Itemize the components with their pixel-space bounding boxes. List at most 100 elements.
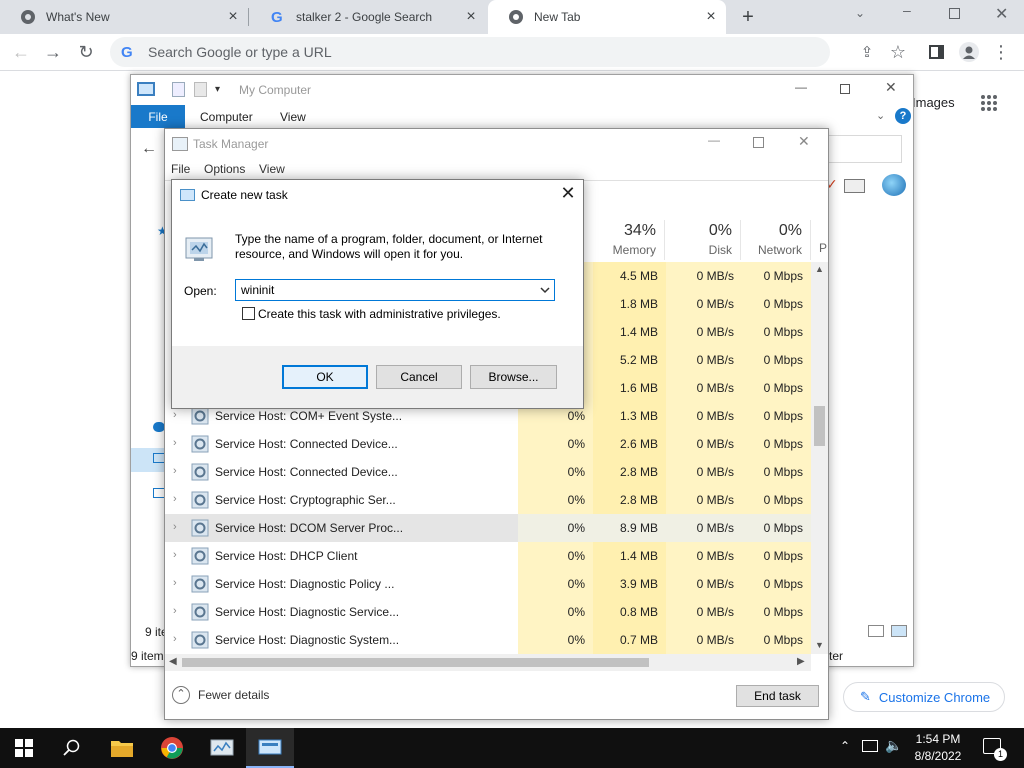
vertical-scrollbar[interactable]: ▲ ▼ [811,262,828,654]
expand-chevron-icon[interactable]: › [173,465,177,477]
forward-icon[interactable]: → [42,41,64,63]
back-icon[interactable]: ← [10,41,32,63]
table-row[interactable]: › Service Host: Diagnostic System... 0% … [165,626,811,654]
table-row[interactable]: › Service Host: DHCP Client 0% 1.4 MB 0 … [165,542,811,570]
horizontal-scrollbar[interactable]: ◀ ▶ [165,654,811,671]
profile-avatar-icon[interactable] [959,42,979,62]
tab-new-tab[interactable]: New Tab × [488,0,726,34]
new-folder-icon[interactable] [194,82,207,97]
clock-time: 1:54 PM [915,732,961,746]
memory-cell: 1.4 MB [593,542,666,570]
column-power-partial[interactable]: P [819,241,827,255]
expand-chevron-icon[interactable]: › [173,493,177,505]
taskbar-file-explorer[interactable] [98,728,146,768]
explorer-view-tab[interactable]: View [280,105,306,128]
tab-close-icon[interactable]: × [226,9,240,25]
quick-access-dropdown-icon[interactable]: ▾ [215,84,220,95]
ntp-images-link[interactable]: Images [912,95,955,110]
restore-icon[interactable] [949,8,960,19]
admin-privileges-checkbox[interactable] [242,307,255,320]
apps-grid-icon[interactable] [980,94,998,112]
explorer-close-icon[interactable]: ✕ [885,79,897,96]
taskbar-chrome[interactable] [148,728,196,768]
start-button[interactable] [0,728,48,768]
system-clock[interactable]: 1:54 PM 8/8/2022 [903,731,973,765]
side-panel-icon[interactable] [929,45,944,59]
svg-text:G: G [271,9,283,25]
tm-maximize-icon[interactable] [753,137,764,148]
properties-icon[interactable] [172,82,185,97]
tm-menu-view[interactable]: View [259,162,285,176]
table-row-selected[interactable]: › Service Host: DCOM Server Proc... 0% 8… [165,514,811,542]
explorer-minimize-icon[interactable]: — [795,80,807,94]
network-tray-icon[interactable] [862,740,878,752]
expand-chevron-icon[interactable]: › [173,577,177,589]
admin-privileges-label[interactable]: Create this task with administrative pri… [258,307,501,321]
chevron-down-icon[interactable] [538,283,552,297]
browse-button[interactable]: Browse... [470,365,557,389]
scroll-left-icon[interactable]: ◀ [169,656,177,667]
explorer-computer-tab[interactable]: Computer [200,105,253,128]
expand-chevron-icon[interactable]: › [173,549,177,561]
open-command-input[interactable] [235,279,555,301]
reload-icon[interactable]: ↻ [75,41,97,63]
globe-icon[interactable] [882,174,906,196]
network-cell: 0 Mbps [742,542,811,570]
memory-cell: 1.6 MB [593,374,666,402]
omnibox[interactable]: G Search Google or type a URL [110,37,830,67]
end-task-button[interactable]: End task [736,685,819,707]
tm-close-icon[interactable]: ✕ [798,133,810,150]
keyboard-icon[interactable] [844,179,865,193]
bookmark-star-icon[interactable]: ☆ [887,41,909,63]
ok-button[interactable]: OK [282,365,368,389]
tm-menu-options[interactable]: Options [204,162,245,176]
dialog-close-icon[interactable]: ✕ [559,184,577,202]
explorer-maximize-icon[interactable] [840,84,850,94]
column-network[interactable]: 0% Network [741,220,811,260]
tray-overflow-chevron-icon[interactable]: ⌃ [840,739,850,753]
volume-icon[interactable]: 🔈 [885,737,902,754]
tab-search-chevron-icon[interactable]: ⌄ [855,6,865,20]
expand-chevron-icon[interactable]: › [173,437,177,449]
column-memory[interactable]: 34% Memory [590,220,665,260]
table-row[interactable]: › Service Host: Diagnostic Policy ... 0%… [165,570,811,598]
tab-stalker-search[interactable]: G stalker 2 - Google Search × [250,0,486,34]
explorer-back-icon[interactable]: ← [141,140,157,158]
vertical-scroll-thumb[interactable] [814,406,825,446]
fewer-details-button[interactable]: ⌃ Fewer details [172,686,269,704]
help-icon[interactable]: ? [895,108,911,124]
taskbar-task-manager[interactable] [198,728,246,768]
tab-whats-new[interactable]: What's New × [0,0,248,34]
details-view-icon[interactable] [868,625,884,637]
chrome-menu-icon[interactable]: ⋮ [990,41,1012,63]
search-button[interactable] [48,728,96,768]
scroll-down-icon[interactable]: ▼ [815,640,824,650]
expand-chevron-icon[interactable]: › [173,605,177,617]
expand-chevron-icon[interactable]: › [173,633,177,645]
table-row[interactable]: › Service Host: Connected Device... 0% 2… [165,430,811,458]
tab-close-icon[interactable]: × [464,9,478,25]
tm-menu-file[interactable]: File [171,162,190,176]
table-row[interactable]: › Service Host: Cryptographic Ser... 0% … [165,486,811,514]
expand-chevron-icon[interactable]: › [173,409,177,421]
customize-chrome-button[interactable]: ✎ Customize Chrome [843,682,1005,712]
new-tab-plus-icon[interactable]: + [738,6,758,28]
expand-chevron-icon[interactable]: › [173,521,177,533]
share-icon[interactable]: ⇪ [856,41,878,63]
large-icons-view-icon[interactable] [891,625,907,637]
explorer-file-tab[interactable]: File [131,105,185,128]
close-window-icon[interactable]: ✕ [995,4,1008,24]
explorer-search-box[interactable] [827,135,902,163]
tab-close-icon[interactable]: × [704,9,718,25]
minimize-icon[interactable]: – [903,2,917,18]
table-row[interactable]: › Service Host: Connected Device... 0% 2… [165,458,811,486]
scroll-right-icon[interactable]: ▶ [797,656,805,667]
ribbon-expand-chevron-icon[interactable]: ⌄ [876,109,885,122]
taskbar-run-dialog-active[interactable] [246,728,294,768]
scroll-up-icon[interactable]: ▲ [815,264,824,274]
horizontal-scroll-thumb[interactable] [182,658,649,667]
table-row[interactable]: › Service Host: Diagnostic Service... 0%… [165,598,811,626]
tm-minimize-icon[interactable]: — [708,133,720,147]
column-disk[interactable]: 0% Disk [665,220,741,260]
cancel-button[interactable]: Cancel [376,365,462,389]
